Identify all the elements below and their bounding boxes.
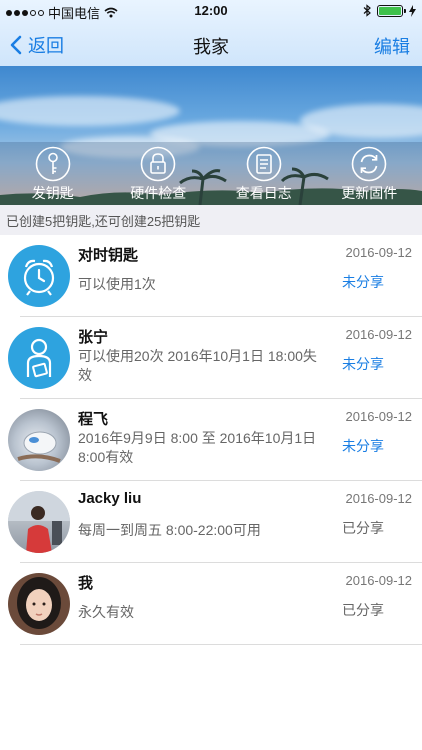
status-right (363, 4, 416, 17)
key-date: 2016-09-12 (345, 491, 413, 506)
refresh-icon (351, 146, 387, 182)
update-firmware-label: 更新固件 (341, 185, 398, 201)
list-item[interactable]: 程飞 2016年9月9日 8:00 至 2016年10月1日 8:00有效 20… (0, 399, 422, 481)
key-list: 对时钥匙 可以使用1次 2016-09-12 未分享 张宁 可以使用20次 20… (0, 235, 422, 645)
key-date: 2016-09-12 (345, 573, 413, 588)
update-firmware-button[interactable]: 更新固件 (317, 142, 422, 205)
divider (20, 644, 422, 645)
share-status[interactable]: 已分享 (342, 600, 384, 620)
key-date: 2016-09-12 (345, 245, 413, 260)
mouse-photo-icon (17, 431, 61, 463)
action-bar: 发钥匙 硬件检查 查看日志 更新固件 (0, 142, 422, 205)
key-quota-text: 已创建5把钥匙,还可创建25把钥匙 (0, 205, 422, 235)
share-status[interactable]: 已分享 (342, 518, 384, 538)
person-icon (26, 338, 52, 378)
list-item[interactable]: 张宁 可以使用20次 2016年10月1日 18:00失效 2016-09-12… (0, 317, 422, 399)
list-item[interactable]: 对时钥匙 可以使用1次 2016-09-12 未分享 (0, 235, 422, 317)
view-log-label: 查看日志 (235, 185, 292, 201)
alarm-clock-icon (23, 259, 55, 296)
banner: 发钥匙 硬件检查 查看日志 更新固件 (0, 66, 422, 205)
share-status[interactable]: 未分享 (342, 272, 384, 292)
avatar (8, 491, 70, 553)
battery-icon (377, 4, 406, 17)
key-desc: 可以使用20次 2016年10月1日 18:00失效 (78, 348, 317, 383)
status-bar: 中国电信 12:00 (0, 0, 422, 22)
nav-bar: 返回 我家 编辑 (0, 22, 422, 66)
log-icon (246, 146, 282, 182)
person-photo-icon (8, 491, 70, 553)
top-bar: 中国电信 12:00 返回 我家 编辑 (0, 0, 422, 66)
status-time: 12:00 (194, 3, 228, 18)
issue-key-button[interactable]: 发钥匙 (0, 142, 106, 205)
key-date: 2016-09-12 (345, 327, 413, 342)
avatar (8, 573, 70, 635)
avatar (8, 327, 70, 389)
hardware-check-button[interactable]: 硬件检查 (106, 142, 212, 205)
key-date: 2016-09-12 (345, 409, 413, 424)
list-item[interactable]: 我 永久有效 2016-09-12 已分享 (0, 563, 422, 645)
view-log-button[interactable]: 查看日志 (211, 142, 317, 205)
bluetooth-icon (363, 4, 371, 17)
share-status[interactable]: 未分享 (342, 436, 384, 456)
key-name: 程飞 (78, 411, 109, 428)
page-title: 我家 (193, 37, 229, 57)
key-name: Jacky liu (78, 490, 142, 507)
key-name: 我 (78, 575, 94, 592)
key-name: 对时钥匙 (78, 247, 139, 264)
key-desc: 永久有效 (78, 604, 134, 620)
list-item[interactable]: Jacky liu 每周一到周五 8:00-22:00可用 2016-09-12… (0, 481, 422, 563)
avatar (8, 245, 70, 307)
share-status[interactable]: 未分享 (342, 354, 384, 374)
avatar (8, 409, 70, 471)
hardware-check-label: 硬件检查 (130, 185, 187, 201)
key-icon (35, 146, 71, 182)
portrait-photo-icon (17, 577, 61, 629)
edit-button[interactable]: 编辑 (374, 33, 410, 59)
lock-icon (140, 146, 176, 182)
charging-icon (409, 4, 416, 17)
key-desc: 2016年9月9日 8:00 至 2016年10月1日 8:00有效 (78, 430, 317, 465)
key-name: 张宁 (78, 329, 109, 346)
key-desc: 可以使用1次 (78, 276, 156, 292)
issue-key-label: 发钥匙 (31, 185, 74, 201)
key-desc: 每周一到周五 8:00-22:00可用 (78, 522, 261, 538)
